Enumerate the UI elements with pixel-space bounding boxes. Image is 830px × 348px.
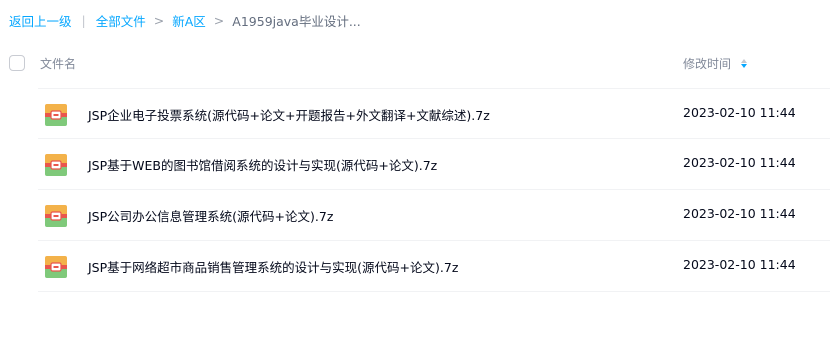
archive-icon <box>45 205 67 227</box>
file-modified-time: 2023-02-10 11:44 <box>683 155 796 170</box>
breadcrumb-current: A1959java毕业设计... <box>232 13 361 29</box>
sort-icon[interactable] <box>741 59 748 68</box>
file-name[interactable]: JSP基于WEB的图书馆借阅系统的设计与实现(源代码+论文).7z <box>88 155 437 174</box>
sort-up-icon <box>741 59 748 63</box>
table-header: 文件名 修改时间 <box>0 44 830 82</box>
file-modified-time: 2023-02-10 11:44 <box>683 206 796 221</box>
file-row[interactable]: JSP公司办公信息管理系统(源代码+论文).7z 2023-02-10 11:4… <box>38 190 830 241</box>
file-row[interactable]: JSP基于网络超市商品销售管理系统的设计与实现(源代码+论文).7z 2023-… <box>38 241 830 292</box>
file-modified-time: 2023-02-10 11:44 <box>683 257 796 272</box>
breadcrumb-divider: | <box>81 12 86 28</box>
archive-icon <box>45 104 67 126</box>
file-name[interactable]: JSP公司办公信息管理系统(源代码+论文).7z <box>88 206 333 225</box>
breadcrumb-separator: > <box>153 12 165 28</box>
file-modified-time: 2023-02-10 11:44 <box>683 105 796 120</box>
archive-icon <box>45 154 67 176</box>
column-header-modified-time[interactable]: 修改时间 <box>683 55 748 72</box>
file-row[interactable]: JSP企业电子投票系统(源代码+论文+开题报告+外文翻译+文献综述).7z 20… <box>38 88 830 139</box>
breadcrumb-separator: > <box>213 12 225 28</box>
select-all-checkbox[interactable] <box>9 55 25 71</box>
breadcrumb-item-folder[interactable]: 新A区 <box>172 11 206 30</box>
file-name[interactable]: JSP基于网络超市商品销售管理系统的设计与实现(源代码+论文).7z <box>88 257 458 276</box>
file-name[interactable]: JSP企业电子投票系统(源代码+论文+开题报告+外文翻译+文献综述).7z <box>88 105 490 124</box>
breadcrumb: 返回上一级 | 全部文件 > 新A区 > A1959java毕业设计... <box>9 10 361 30</box>
column-header-name[interactable]: 文件名 <box>40 55 76 72</box>
sort-down-icon <box>741 64 748 68</box>
archive-icon <box>45 256 67 278</box>
file-row[interactable]: JSP基于WEB的图书馆借阅系统的设计与实现(源代码+论文).7z 2023-0… <box>38 139 830 190</box>
file-list: JSP企业电子投票系统(源代码+论文+开题报告+外文翻译+文献综述).7z 20… <box>38 88 830 292</box>
breadcrumb-item-all-files[interactable]: 全部文件 <box>96 11 146 30</box>
column-header-time-label: 修改时间 <box>683 57 732 71</box>
back-link[interactable]: 返回上一级 <box>9 11 72 30</box>
